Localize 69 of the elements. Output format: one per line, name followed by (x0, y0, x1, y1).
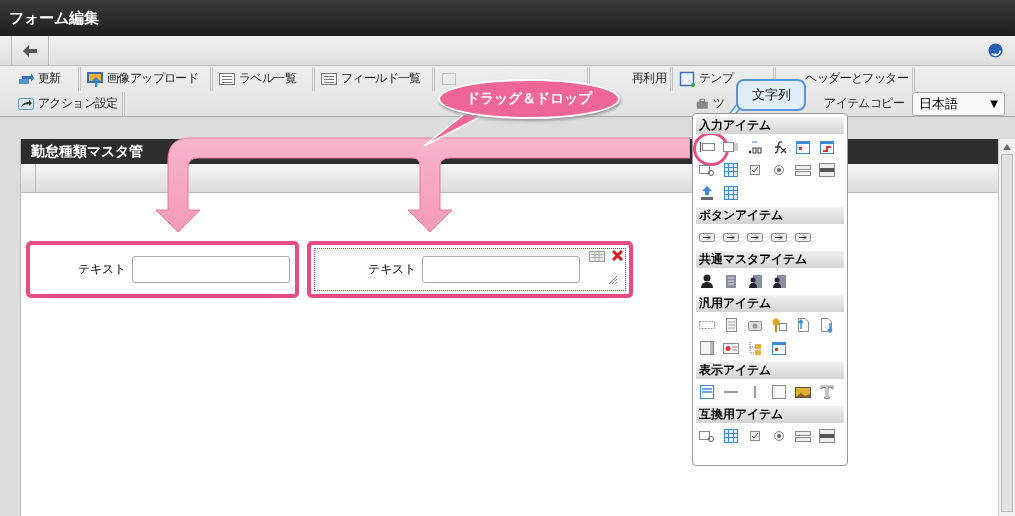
window-title: フォーム編集 (0, 0, 1015, 36)
toolbar-tab[interactable]: アクション設定 (12, 91, 125, 116)
file-download-icon[interactable] (819, 317, 835, 333)
toolbar-tab[interactable]: ラベル一覧 (213, 66, 315, 91)
calendar-icon[interactable] (771, 340, 787, 356)
palette-section-title: 汎用アイテム (696, 295, 844, 312)
palette-section-title: ボタンアイテム (696, 207, 844, 224)
field-label: テキスト (368, 261, 416, 278)
palette-section-title: 互換用アイテム (696, 406, 844, 423)
toolbar-tab[interactable]: ツ (690, 91, 728, 116)
blank-icon[interactable] (771, 384, 787, 400)
checkbox-icon[interactable] (747, 162, 763, 178)
image-icon[interactable] (795, 384, 811, 400)
upload-icon[interactable] (699, 185, 715, 201)
action-icon (18, 95, 34, 112)
resize-handle-icon[interactable] (609, 276, 617, 284)
grid-icon[interactable] (723, 428, 739, 444)
panel-icon[interactable] (699, 340, 715, 356)
text-input[interactable] (422, 256, 580, 283)
radio-icon[interactable] (771, 428, 787, 444)
list-icon[interactable] (795, 162, 811, 178)
language-select[interactable]: 日本語 ▼ (912, 91, 1005, 116)
palette-section-title: 共通マスタアイテム (696, 251, 844, 268)
toolbar-tab[interactable]: 画像アップロード (81, 66, 213, 91)
search-window-icon[interactable] (699, 428, 715, 444)
radio-icon[interactable] (771, 162, 787, 178)
list-icon (321, 70, 337, 87)
calendar-range-icon[interactable] (819, 139, 835, 155)
palette-section-title: 入力アイテム (696, 117, 844, 134)
back-button[interactable] (11, 36, 49, 65)
palette-section-title: 表示アイテム (696, 362, 844, 379)
grid-icon[interactable] (723, 185, 739, 201)
image-upload-icon (87, 70, 103, 87)
template-icon (679, 70, 695, 87)
scrollbar[interactable] (998, 139, 1015, 516)
checkbox-icon[interactable] (747, 428, 763, 444)
toolbar-tab[interactable]: フィールド一覧 (315, 66, 435, 91)
toolbar-tab[interactable]: 更新 (12, 66, 81, 91)
callout-tooltip: 文字列 (736, 79, 806, 111)
building-icon[interactable] (723, 273, 739, 289)
back-arrow-icon (23, 44, 37, 57)
grid-icon[interactable] (589, 251, 605, 262)
text-style-icon[interactable] (819, 384, 835, 400)
decimal-icon[interactable] (747, 139, 763, 155)
form-field-item[interactable]: テキスト (314, 248, 626, 291)
key-icon[interactable] (771, 317, 787, 333)
close-icon[interactable] (612, 250, 623, 261)
list-box-icon[interactable] (819, 428, 835, 444)
file-upload-icon[interactable] (795, 317, 811, 333)
spinner-icon[interactable] (723, 139, 739, 155)
search-window-icon[interactable] (699, 162, 715, 178)
list-icon (219, 70, 235, 87)
dotted-grid-icon (441, 70, 457, 87)
calendar-icon[interactable] (795, 139, 811, 155)
scroll-up-icon[interactable] (1003, 144, 1011, 150)
grid-icon[interactable] (723, 162, 739, 178)
form-field-item[interactable]: テキスト (33, 248, 292, 291)
user-building-icon[interactable] (747, 273, 763, 289)
text-input[interactable] (132, 256, 290, 283)
user-icon[interactable] (699, 273, 715, 289)
label-icon[interactable] (699, 384, 715, 400)
user-building-icon[interactable] (771, 273, 787, 289)
text-field-icon[interactable] (699, 139, 715, 155)
card-icon[interactable] (723, 340, 739, 356)
document-icon[interactable] (723, 317, 739, 333)
list-icon[interactable] (795, 428, 811, 444)
list-box-icon[interactable] (819, 162, 835, 178)
field-label: テキスト (78, 261, 126, 278)
help-icon[interactable] (988, 43, 1003, 58)
